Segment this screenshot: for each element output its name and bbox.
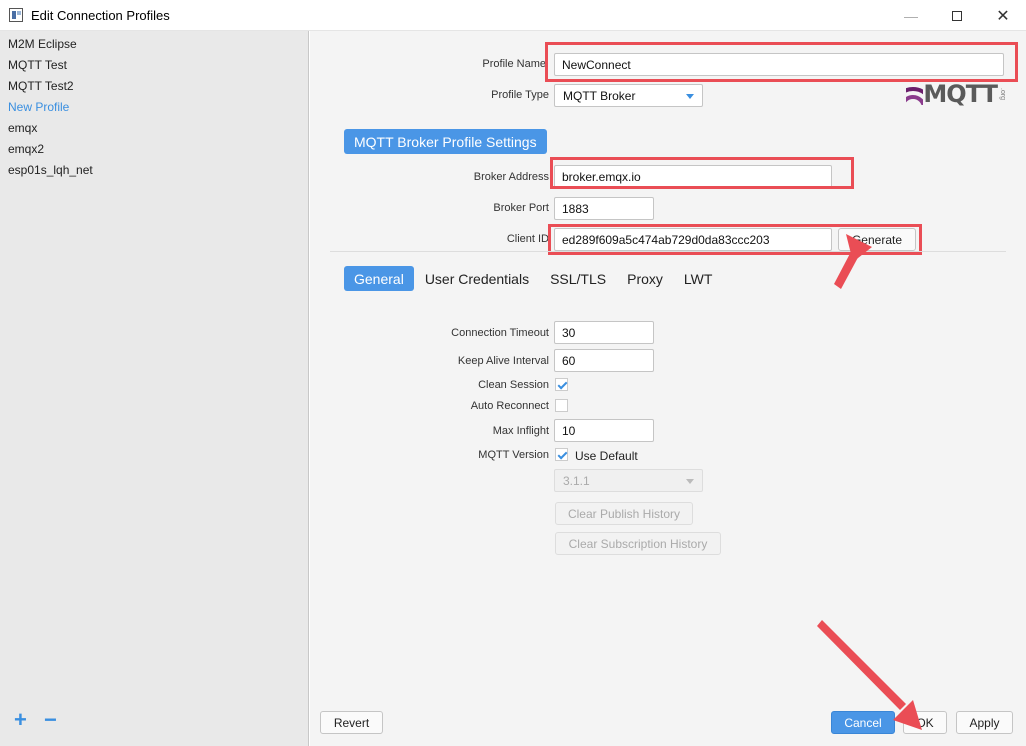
apply-button[interactable]: Apply	[956, 711, 1013, 734]
app-icon	[9, 8, 23, 22]
mqtt-logo-text: MQTT	[923, 80, 998, 108]
use-default-label: Use Default	[575, 449, 638, 463]
profile-item[interactable]: emqx2	[0, 139, 308, 160]
tab-user-credentials[interactable]: User Credentials	[415, 266, 539, 291]
connection-timeout-field[interactable]: 30	[554, 321, 654, 344]
use-default-checkbox[interactable]	[555, 448, 568, 461]
tab-lwt[interactable]: LWT	[674, 266, 723, 291]
window-title: Edit Connection Profiles	[31, 8, 170, 23]
profile-name-highlight	[545, 42, 1018, 82]
profile-editor: Profile Name NewConnect Profile Type MQT…	[310, 31, 1026, 746]
max-inflight-label: Max Inflight	[492, 425, 549, 437]
profile-item[interactable]: MQTT Test	[0, 55, 308, 76]
ok-button[interactable]: OK	[903, 711, 947, 734]
broker-address-highlight	[550, 157, 854, 189]
maximize-icon[interactable]	[934, 0, 980, 31]
tab-ssl-tls[interactable]: SSL/TLS	[540, 266, 616, 291]
profile-type-label: Profile Type	[491, 89, 549, 101]
clear-publish-history-button[interactable]: Clear Publish History	[555, 502, 693, 525]
client-id-label: Client ID	[506, 233, 549, 245]
settings-tabs: General User Credentials SSL/TLS Proxy L…	[344, 266, 723, 291]
profile-name-label: Profile Name	[482, 58, 546, 70]
broker-port-label: Broker Port	[493, 202, 549, 214]
profile-type-value: MQTT Broker	[563, 89, 636, 103]
profile-item[interactable]: emqx	[0, 118, 308, 139]
broker-settings-header: MQTT Broker Profile Settings	[344, 129, 547, 154]
mqtt-logo-icon	[906, 83, 924, 105]
minimize-icon[interactable]: —	[888, 0, 934, 31]
clean-session-label: Clean Session	[478, 379, 549, 391]
close-icon[interactable]: ✕	[980, 0, 1026, 31]
tab-proxy[interactable]: Proxy	[617, 266, 673, 291]
profile-item[interactable]: esp01s_lqh_net	[0, 160, 308, 181]
profile-item[interactable]: M2M Eclipse	[0, 34, 308, 55]
profile-item[interactable]: MQTT Test2	[0, 76, 308, 97]
profile-item-selected[interactable]: New Profile	[0, 97, 308, 118]
auto-reconnect-label: Auto Reconnect	[470, 400, 549, 412]
profile-type-select[interactable]: MQTT Broker	[554, 84, 703, 107]
keep-alive-field[interactable]: 60	[554, 349, 654, 372]
mqtt-logo-org: .org	[999, 87, 1006, 101]
mqtt-version-value: 3.1.1	[563, 474, 590, 488]
tab-general[interactable]: General	[344, 266, 414, 291]
title-bar: Edit Connection Profiles — ✕	[0, 0, 1026, 31]
revert-button[interactable]: Revert	[320, 711, 383, 734]
broker-address-label: Broker Address	[473, 171, 549, 183]
broker-port-field[interactable]: 1883	[554, 197, 654, 220]
mqtt-logo: MQTT .org	[906, 80, 1006, 108]
auto-reconnect-checkbox[interactable]	[555, 399, 568, 412]
clean-session-checkbox[interactable]	[555, 378, 568, 391]
remove-profile-button[interactable]: −	[44, 707, 57, 733]
keep-alive-label: Keep Alive Interval	[457, 355, 549, 367]
profile-list: M2M Eclipse MQTT Test MQTT Test2 New Pro…	[0, 31, 308, 181]
profiles-sidebar: M2M Eclipse MQTT Test MQTT Test2 New Pro…	[0, 31, 309, 746]
chevron-down-icon	[686, 94, 694, 99]
mqtt-version-select[interactable]: 3.1.1	[554, 469, 703, 492]
connection-timeout-label: Connection Timeout	[451, 327, 549, 339]
cancel-button[interactable]: Cancel	[831, 711, 895, 734]
mqtt-version-label: MQTT Version	[478, 449, 549, 461]
max-inflight-field[interactable]: 10	[554, 419, 654, 442]
section-divider	[330, 251, 1006, 252]
add-profile-button[interactable]: +	[14, 707, 27, 733]
clear-subscription-history-button[interactable]: Clear Subscription History	[555, 532, 721, 555]
chevron-down-icon	[686, 479, 694, 484]
